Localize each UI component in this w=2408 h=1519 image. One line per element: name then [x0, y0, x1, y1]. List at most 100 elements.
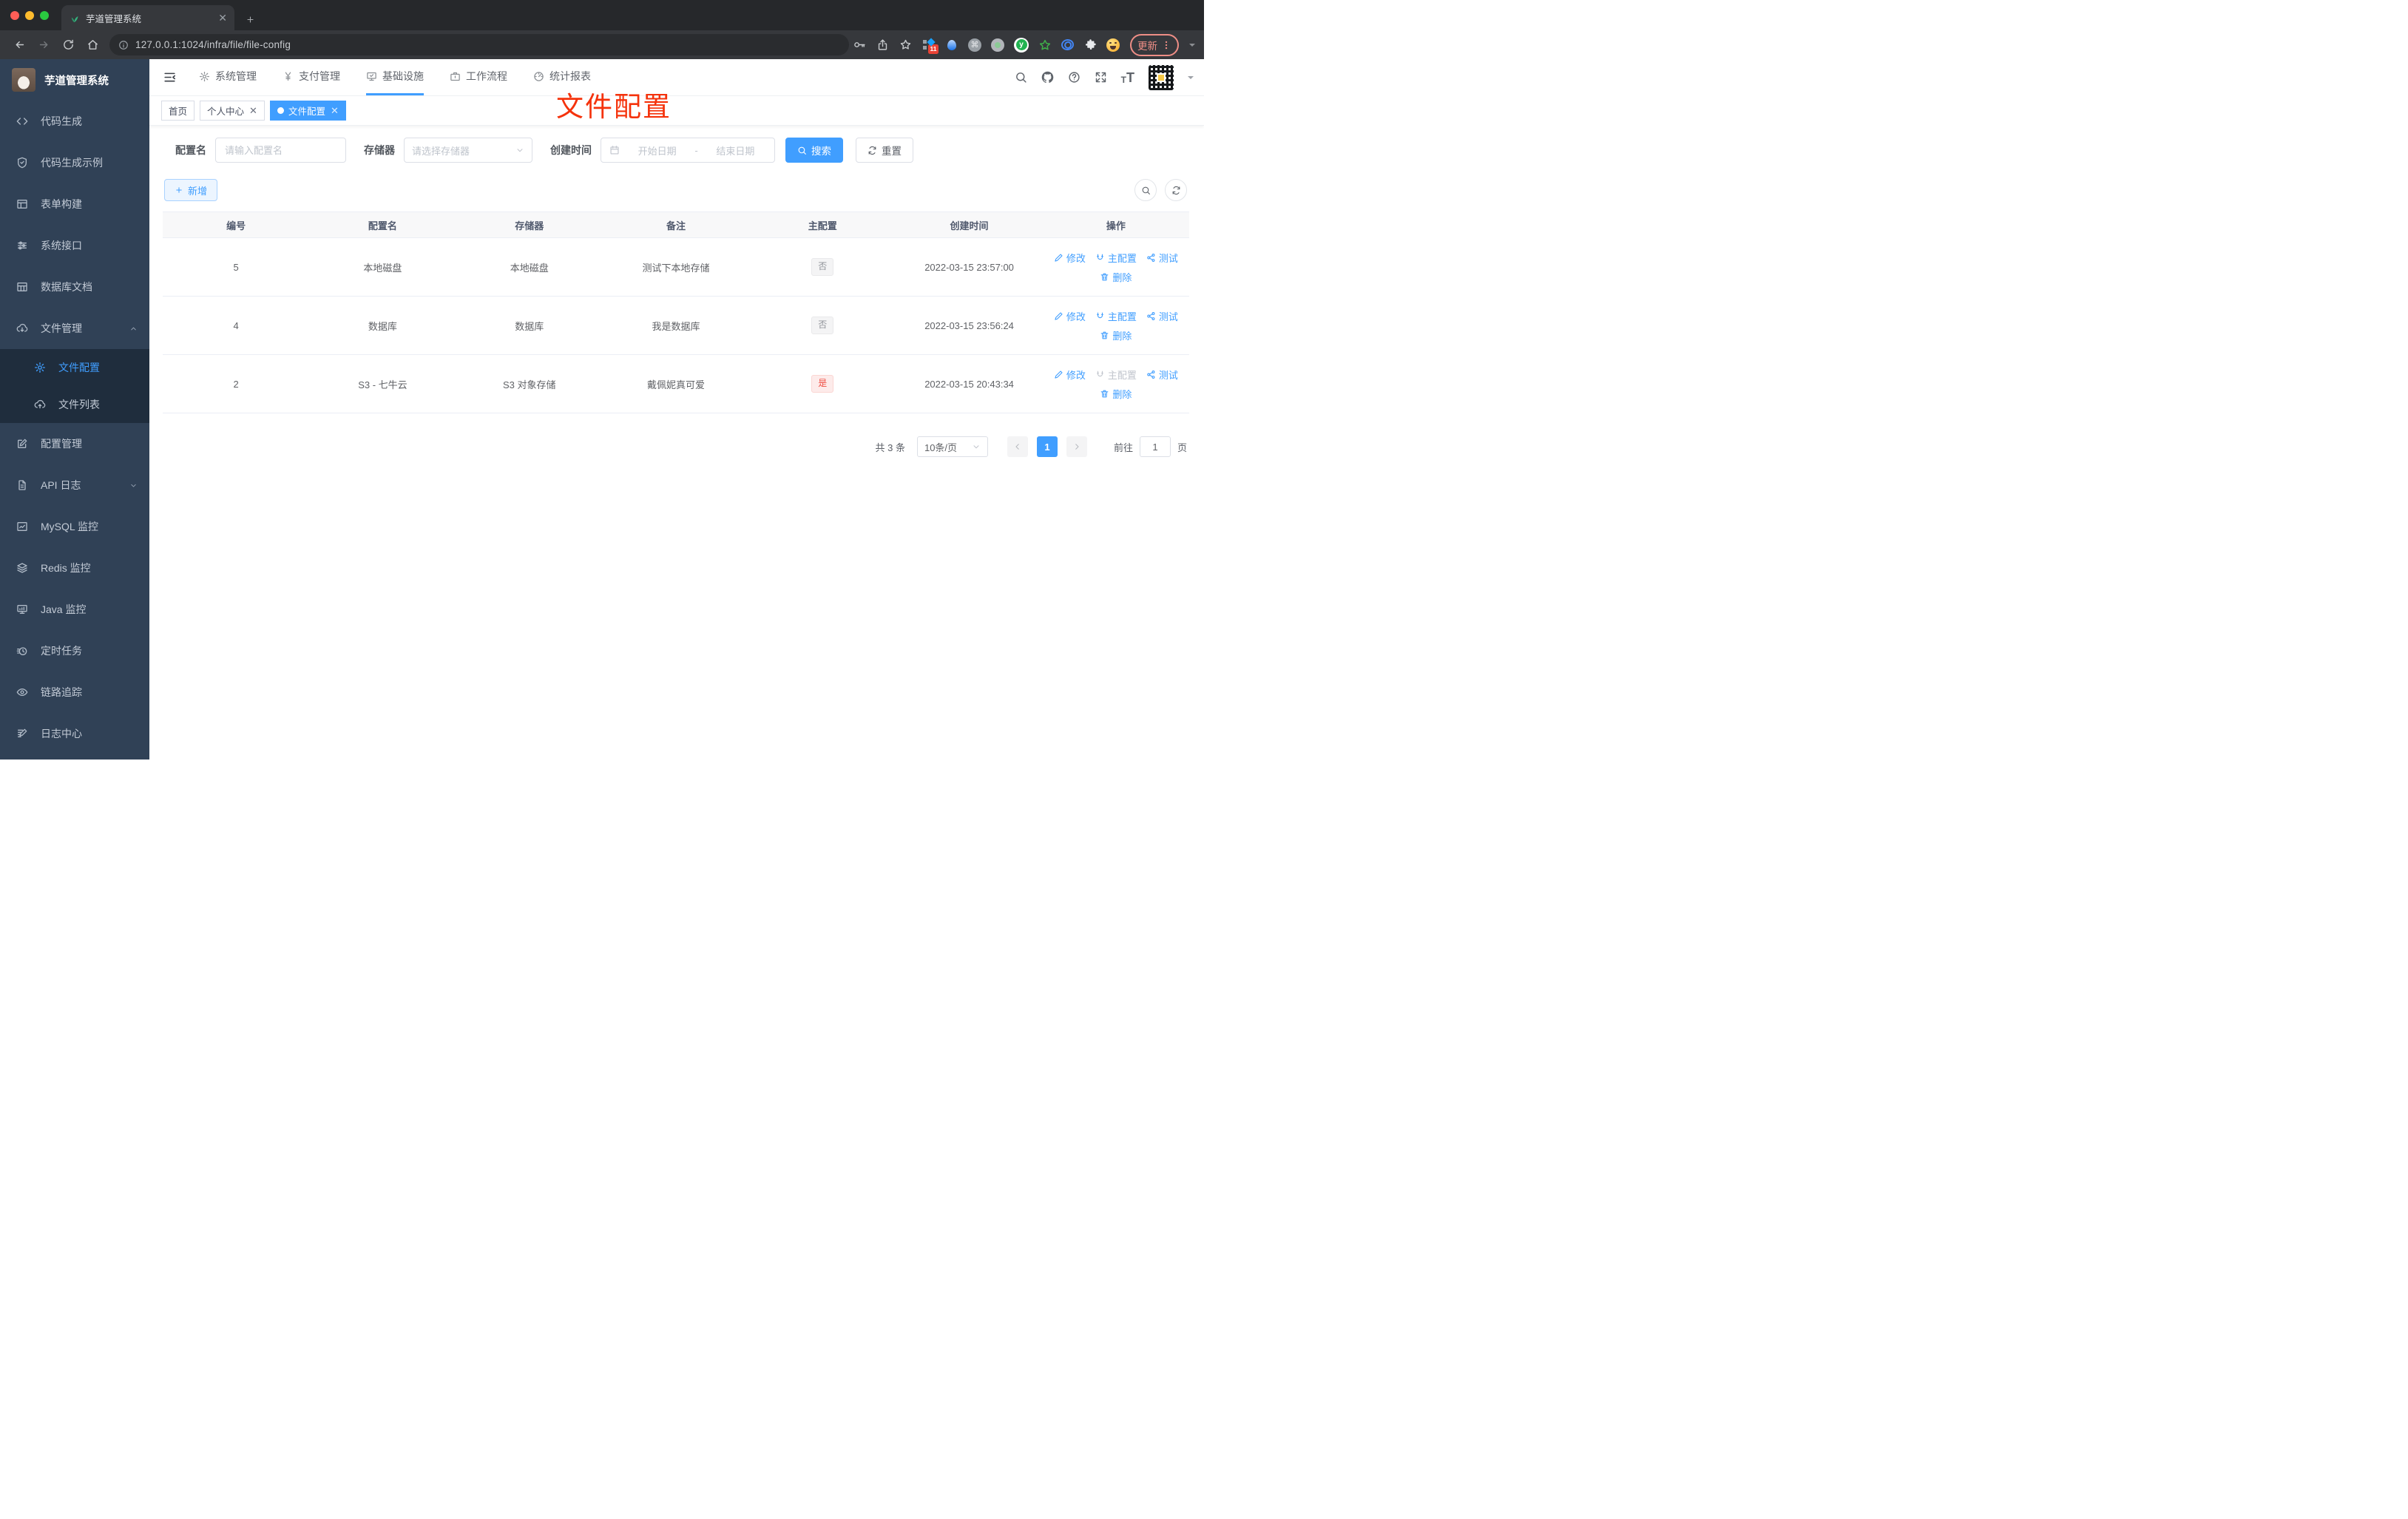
sidebar-item-5[interactable]: 文件管理 — [0, 308, 149, 349]
page-tab-2[interactable]: 文件配置 ✕ — [269, 101, 346, 121]
end-date-placeholder[interactable]: 结束日期 — [705, 143, 766, 158]
edit-link[interactable]: 修改 — [1054, 309, 1086, 323]
reload-icon[interactable] — [62, 38, 75, 51]
browser-update-button[interactable]: 更新 — [1130, 33, 1179, 56]
cell-created: 2022-03-15 23:57:00 — [924, 261, 1014, 273]
github-icon[interactable] — [1041, 71, 1054, 84]
search-icon[interactable] — [1015, 71, 1027, 84]
goto-page-input[interactable] — [1139, 436, 1171, 457]
master-config-link[interactable]: 主配置 — [1095, 368, 1137, 382]
chevron-down-icon[interactable] — [1188, 75, 1194, 82]
command-icon[interactable]: ⌘ — [968, 38, 981, 52]
search-button-label: 搜索 — [811, 146, 831, 157]
close-window-button[interactable] — [10, 11, 19, 20]
back-icon[interactable] — [13, 38, 26, 51]
home-icon[interactable] — [87, 38, 99, 51]
sidebar-item-10[interactable]: Java 监控 — [0, 589, 149, 630]
test-link[interactable]: 测试 — [1146, 309, 1178, 323]
topnav-item-2[interactable]: 基础设施 — [366, 59, 424, 95]
test-link[interactable]: 测试 — [1146, 368, 1178, 382]
gauge-icon — [533, 71, 544, 82]
browser-tab[interactable]: 芋道管理系统 ✕ — [61, 5, 234, 30]
sidebar-subitem-1[interactable]: 文件列表 — [0, 386, 149, 423]
topnav-item-0[interactable]: 系统管理 — [199, 59, 257, 95]
record-icon[interactable] — [991, 38, 1004, 52]
prev-page-button[interactable] — [1007, 436, 1028, 457]
master-config-link[interactable]: 主配置 — [1095, 309, 1137, 323]
forward-icon[interactable] — [38, 38, 50, 51]
sidebar-subitem-0[interactable]: 文件配置 — [0, 349, 149, 386]
y-circle-icon[interactable] — [1014, 37, 1029, 53]
reset-button[interactable]: 重置 — [856, 138, 913, 163]
start-date-placeholder[interactable]: 开始日期 — [626, 143, 688, 158]
minimize-window-button[interactable] — [25, 11, 34, 20]
chrome-caret-icon[interactable] — [1189, 43, 1195, 50]
show-search-button[interactable] — [1134, 179, 1157, 201]
close-icon[interactable]: ✕ — [249, 105, 257, 117]
annotation-title: 文件配置 — [556, 92, 672, 122]
sidebar-item-1[interactable]: 代码生成示例 — [0, 142, 149, 183]
sidebar-item-4[interactable]: 数据库文档 — [0, 266, 149, 308]
zoom-window-button[interactable] — [40, 11, 49, 20]
new-tab-button[interactable] — [246, 15, 255, 24]
edit-link[interactable]: 修改 — [1054, 368, 1086, 382]
add-button[interactable]: 新增 — [164, 179, 218, 201]
date-range-picker[interactable]: 开始日期 - 结束日期 — [601, 138, 775, 163]
page-tab-1[interactable]: 个人中心 ✕ — [200, 101, 265, 121]
sidebar-item-12[interactable]: 链路追踪 — [0, 671, 149, 713]
test-link[interactable]: 测试 — [1146, 251, 1178, 265]
delete-link[interactable]: 删除 — [1100, 328, 1132, 342]
chevron-up-icon — [129, 325, 138, 333]
delete-link[interactable]: 删除 — [1100, 270, 1132, 284]
cell-actions: 修改 主配置 测试 删除 — [1043, 355, 1189, 413]
sidebar-item-8[interactable]: MySQL 监控 — [0, 506, 149, 547]
extensions-area: 11 ⌘ — [922, 37, 1120, 54]
name-filter-input[interactable] — [215, 138, 346, 163]
sidebar-item-7[interactable]: API 日志 — [0, 464, 149, 506]
star-green-icon[interactable] — [1038, 38, 1052, 52]
sidebar-item-2[interactable]: 表单构建 — [0, 183, 149, 225]
share-icon[interactable] — [876, 38, 889, 51]
topnav-item-3[interactable]: 工作流程 — [450, 59, 507, 95]
sidebar-item-9[interactable]: Redis 监控 — [0, 547, 149, 589]
tab-close-icon[interactable]: ✕ — [218, 13, 227, 23]
sidebar-item-3[interactable]: 系统接口 — [0, 225, 149, 266]
topnav-item-1[interactable]: 支付管理 — [283, 59, 340, 95]
tab-grid-icon[interactable]: 11 — [922, 38, 938, 54]
eye-rings-icon[interactable] — [1061, 38, 1075, 52]
edit-link[interactable]: 修改 — [1054, 251, 1086, 265]
site-info-icon[interactable] — [118, 40, 129, 50]
help-icon[interactable] — [1068, 71, 1080, 84]
url-bar[interactable]: 127.0.0.1:1024/infra/file/file-config — [109, 34, 849, 55]
sidebar-item-11[interactable]: 定时任务 — [0, 630, 149, 671]
share-alt-icon — [1146, 253, 1156, 263]
sidebar-item-label: API 日志 — [41, 479, 81, 491]
balloon-icon[interactable] — [945, 38, 958, 52]
bookmark-star-icon[interactable] — [899, 38, 912, 51]
storage-filter-select[interactable]: 请选择存储器 — [404, 138, 532, 163]
sidebar-item-0[interactable]: 代码生成 — [0, 101, 149, 142]
storage-select-placeholder: 请选择存储器 — [412, 145, 470, 157]
app-logo-avatar — [12, 68, 35, 92]
delete-link[interactable]: 删除 — [1100, 387, 1132, 401]
refresh-table-button[interactable] — [1165, 179, 1187, 201]
search-button[interactable]: 搜索 — [785, 138, 843, 163]
fullscreen-icon[interactable] — [1095, 71, 1107, 84]
next-page-button[interactable] — [1066, 436, 1087, 457]
master-config-link[interactable]: 主配置 — [1095, 251, 1137, 265]
cell-created: 2022-03-15 20:43:34 — [924, 378, 1014, 390]
puzzle-icon[interactable] — [1083, 38, 1097, 52]
password-key-icon[interactable] — [853, 38, 866, 51]
avatar[interactable] — [1149, 64, 1174, 90]
current-page-button[interactable]: 1 — [1036, 436, 1058, 457]
menu-fold-icon[interactable] — [163, 70, 177, 84]
emoji-face-icon[interactable] — [1106, 38, 1120, 52]
sidebar-item-6[interactable]: 配置管理 — [0, 423, 149, 464]
topnav-item-label: 统计报表 — [549, 70, 591, 82]
sidebar-item-13[interactable]: 日志中心 — [0, 713, 149, 754]
sidebar-logo-row[interactable]: 芋道管理系统 — [0, 59, 149, 101]
font-size-icon[interactable]: TT — [1121, 71, 1134, 84]
page-tab-0[interactable]: 首页 — [161, 101, 195, 121]
page-size-select[interactable]: 10条/页 — [916, 436, 988, 457]
close-icon[interactable]: ✕ — [331, 105, 339, 117]
